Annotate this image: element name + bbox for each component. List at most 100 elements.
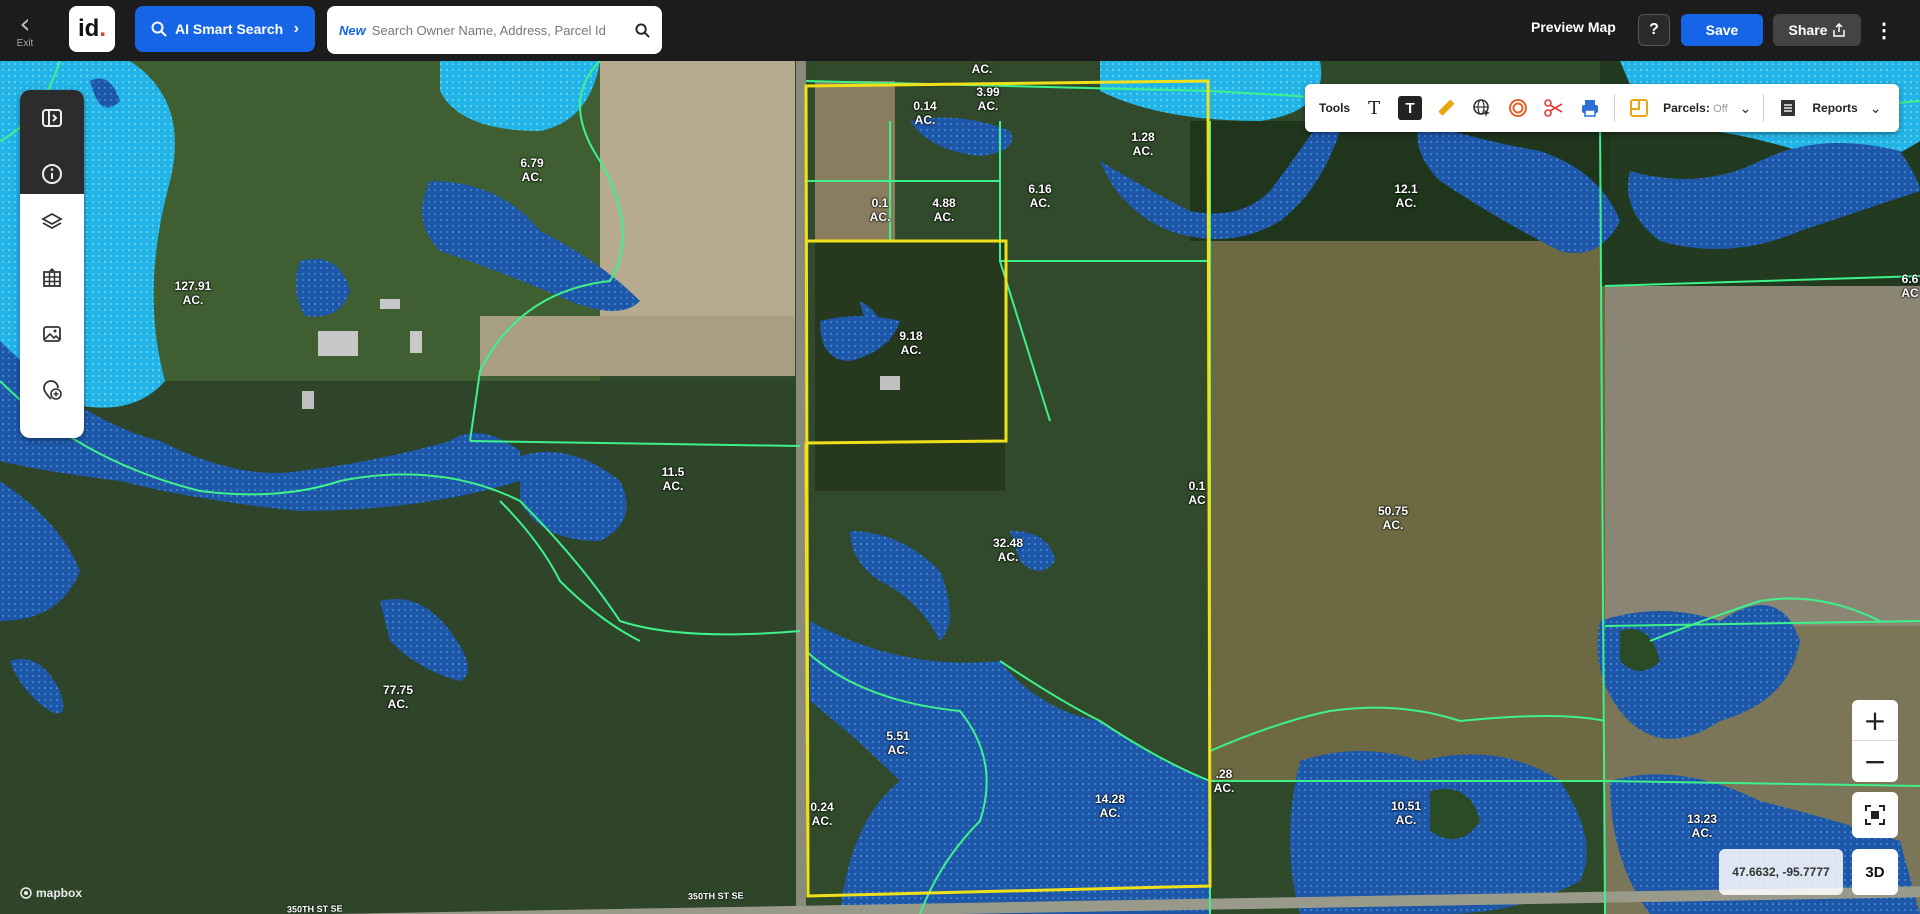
parcel-label: 0.24 AC. bbox=[810, 800, 833, 828]
parcel-acres: 13.23 bbox=[1686, 812, 1718, 826]
parcel-acres: 50.75 bbox=[1377, 504, 1409, 518]
preview-map-button[interactable]: Preview Map bbox=[1531, 19, 1616, 35]
layers-button[interactable] bbox=[20, 194, 84, 250]
parcel-unit: AC. bbox=[869, 210, 891, 224]
ai-smart-search-button[interactable]: AI Smart Search › bbox=[135, 6, 315, 52]
zoom-out-button[interactable]: − bbox=[1852, 741, 1898, 782]
parcel-unit: AC. bbox=[1213, 781, 1235, 795]
exit-label: Exit bbox=[16, 38, 34, 49]
collapse-sidebar-button[interactable] bbox=[20, 90, 84, 146]
parcels-icon[interactable] bbox=[1627, 96, 1651, 120]
toolbar-divider bbox=[1614, 94, 1616, 122]
map-tools-toolbar: Tools T T Parcels: Off ⌄ Reports ⌄ bbox=[1305, 84, 1899, 132]
grid-table-icon bbox=[43, 268, 61, 287]
toolbar-divider bbox=[1763, 94, 1765, 122]
save-button[interactable]: Save bbox=[1681, 14, 1763, 46]
collapse-sidebar-icon bbox=[42, 109, 62, 127]
left-sidebar bbox=[20, 90, 84, 438]
more-options-icon[interactable]: ⋮ bbox=[1874, 14, 1894, 46]
share-label: Share bbox=[1788, 22, 1828, 38]
zoom-controls: + − bbox=[1852, 700, 1898, 782]
parcel-acres: 11.5 bbox=[661, 465, 685, 479]
text-tool-icon[interactable]: T bbox=[1362, 96, 1386, 120]
search-bar: New bbox=[327, 6, 662, 54]
parcel-label: 9.18 AC. bbox=[899, 329, 922, 357]
parcel-label: 11.5 AC. bbox=[662, 465, 685, 493]
parcel-label: 3.99 AC. bbox=[976, 85, 999, 113]
mapbox-attribution-text: mapbox bbox=[36, 886, 83, 900]
parcel-label: AC. bbox=[972, 62, 993, 76]
parcel-unit: AC bbox=[1901, 286, 1919, 300]
ruler-icon[interactable] bbox=[1434, 96, 1458, 120]
share-button[interactable]: Share bbox=[1773, 14, 1861, 46]
parcel-unit: AC. bbox=[977, 99, 999, 113]
reports-icon[interactable] bbox=[1776, 96, 1800, 120]
parcel-label: 127.91 AC. bbox=[175, 279, 212, 307]
road-label: 350TH ST SE bbox=[286, 903, 343, 914]
add-location-button[interactable] bbox=[20, 362, 84, 418]
chevron-left-icon: ‹ bbox=[19, 7, 31, 40]
parcel-unit: AC. bbox=[811, 814, 833, 828]
search-icon bbox=[151, 21, 167, 37]
layers-icon bbox=[41, 212, 63, 230]
parcel-unit: AC. bbox=[521, 170, 543, 184]
fit-bounds-button[interactable] bbox=[1852, 792, 1898, 838]
parcel-acres: AC. bbox=[971, 62, 993, 76]
print-icon[interactable] bbox=[1578, 96, 1602, 120]
parcel-acres: 32.48 bbox=[992, 536, 1024, 550]
parcel-acres: 12.1 bbox=[1394, 182, 1418, 196]
search-input[interactable] bbox=[371, 22, 629, 38]
parcel-acres: 0.14 bbox=[913, 99, 937, 113]
parcel-acres: 6.79 bbox=[520, 156, 544, 170]
fit-bounds-icon bbox=[1865, 805, 1885, 825]
parcel-acres: 77.75 bbox=[382, 683, 414, 697]
parcel-unit: AC. bbox=[182, 293, 204, 307]
radius-icon[interactable] bbox=[1506, 96, 1530, 120]
parcel-unit: AC. bbox=[933, 210, 955, 224]
image-button[interactable] bbox=[20, 306, 84, 362]
parcel-label: 6.16 AC. bbox=[1028, 182, 1051, 210]
exit-button[interactable]: ‹ Exit bbox=[10, 10, 40, 50]
top-bar: ‹ Exit id. AI Smart Search › New Preview… bbox=[0, 0, 1920, 61]
parcel-unit: AC. bbox=[1099, 806, 1121, 820]
parcel-unit: AC. bbox=[887, 743, 909, 757]
satellite-map bbox=[0, 61, 1920, 914]
parcel-unit: AC. bbox=[914, 113, 936, 127]
reports-dropdown[interactable]: Reports bbox=[1812, 101, 1857, 115]
info-icon bbox=[42, 164, 62, 184]
scissors-icon[interactable] bbox=[1542, 96, 1566, 120]
parcel-label: 77.75 AC. bbox=[383, 683, 413, 711]
parcels-toggle[interactable]: Parcels: Off bbox=[1663, 101, 1728, 115]
search-icon[interactable] bbox=[635, 22, 650, 38]
chevron-down-icon[interactable]: ⌄ bbox=[1870, 100, 1882, 117]
toggle-3d-button[interactable]: 3D bbox=[1852, 849, 1898, 895]
parcel-label: 12.1 AC. bbox=[1394, 182, 1417, 210]
add-location-icon bbox=[43, 380, 62, 400]
mapbox-logo-icon bbox=[20, 887, 32, 899]
parcel-label: 32.48 AC. bbox=[993, 536, 1023, 564]
map-canvas[interactable]: 127.91 AC. 6.79 AC. 0.14 AC. 3.99 AC. 1.28 AC… bbox=[0, 61, 1920, 914]
parcel-acres: 14.28 bbox=[1094, 792, 1126, 806]
grid-table-button[interactable] bbox=[20, 250, 84, 306]
parcel-label: 5.51 AC. bbox=[886, 729, 909, 757]
parcel-label: 0.1 AC. bbox=[870, 196, 891, 224]
share-icon bbox=[1833, 23, 1846, 37]
app-logo[interactable]: id. bbox=[69, 6, 115, 52]
logo-text: id bbox=[78, 15, 100, 42]
parcel-unit: AC bbox=[1188, 493, 1206, 507]
parcel-label: 0.1 AC bbox=[1188, 479, 1205, 507]
parcel-label: .28 AC. bbox=[1214, 767, 1235, 795]
help-button[interactable]: ? bbox=[1638, 14, 1670, 46]
zoom-in-button[interactable]: + bbox=[1852, 700, 1898, 741]
globe-pointer-icon[interactable] bbox=[1470, 96, 1494, 120]
chevron-down-icon[interactable]: ⌄ bbox=[1740, 100, 1752, 117]
parcel-acres: 1.28 bbox=[1131, 130, 1155, 144]
text-box-tool-icon[interactable]: T bbox=[1398, 96, 1423, 120]
parcel-label: 6.6 AC bbox=[1901, 272, 1918, 300]
new-badge: New bbox=[339, 22, 366, 38]
parcel-acres: 5.51 bbox=[886, 729, 910, 743]
road-label: 350TH ST SE bbox=[687, 890, 744, 902]
parcel-label: 14.28 AC. bbox=[1095, 792, 1125, 820]
parcel-acres: 0.1 bbox=[871, 196, 889, 210]
parcel-unit: AC. bbox=[1395, 196, 1417, 210]
